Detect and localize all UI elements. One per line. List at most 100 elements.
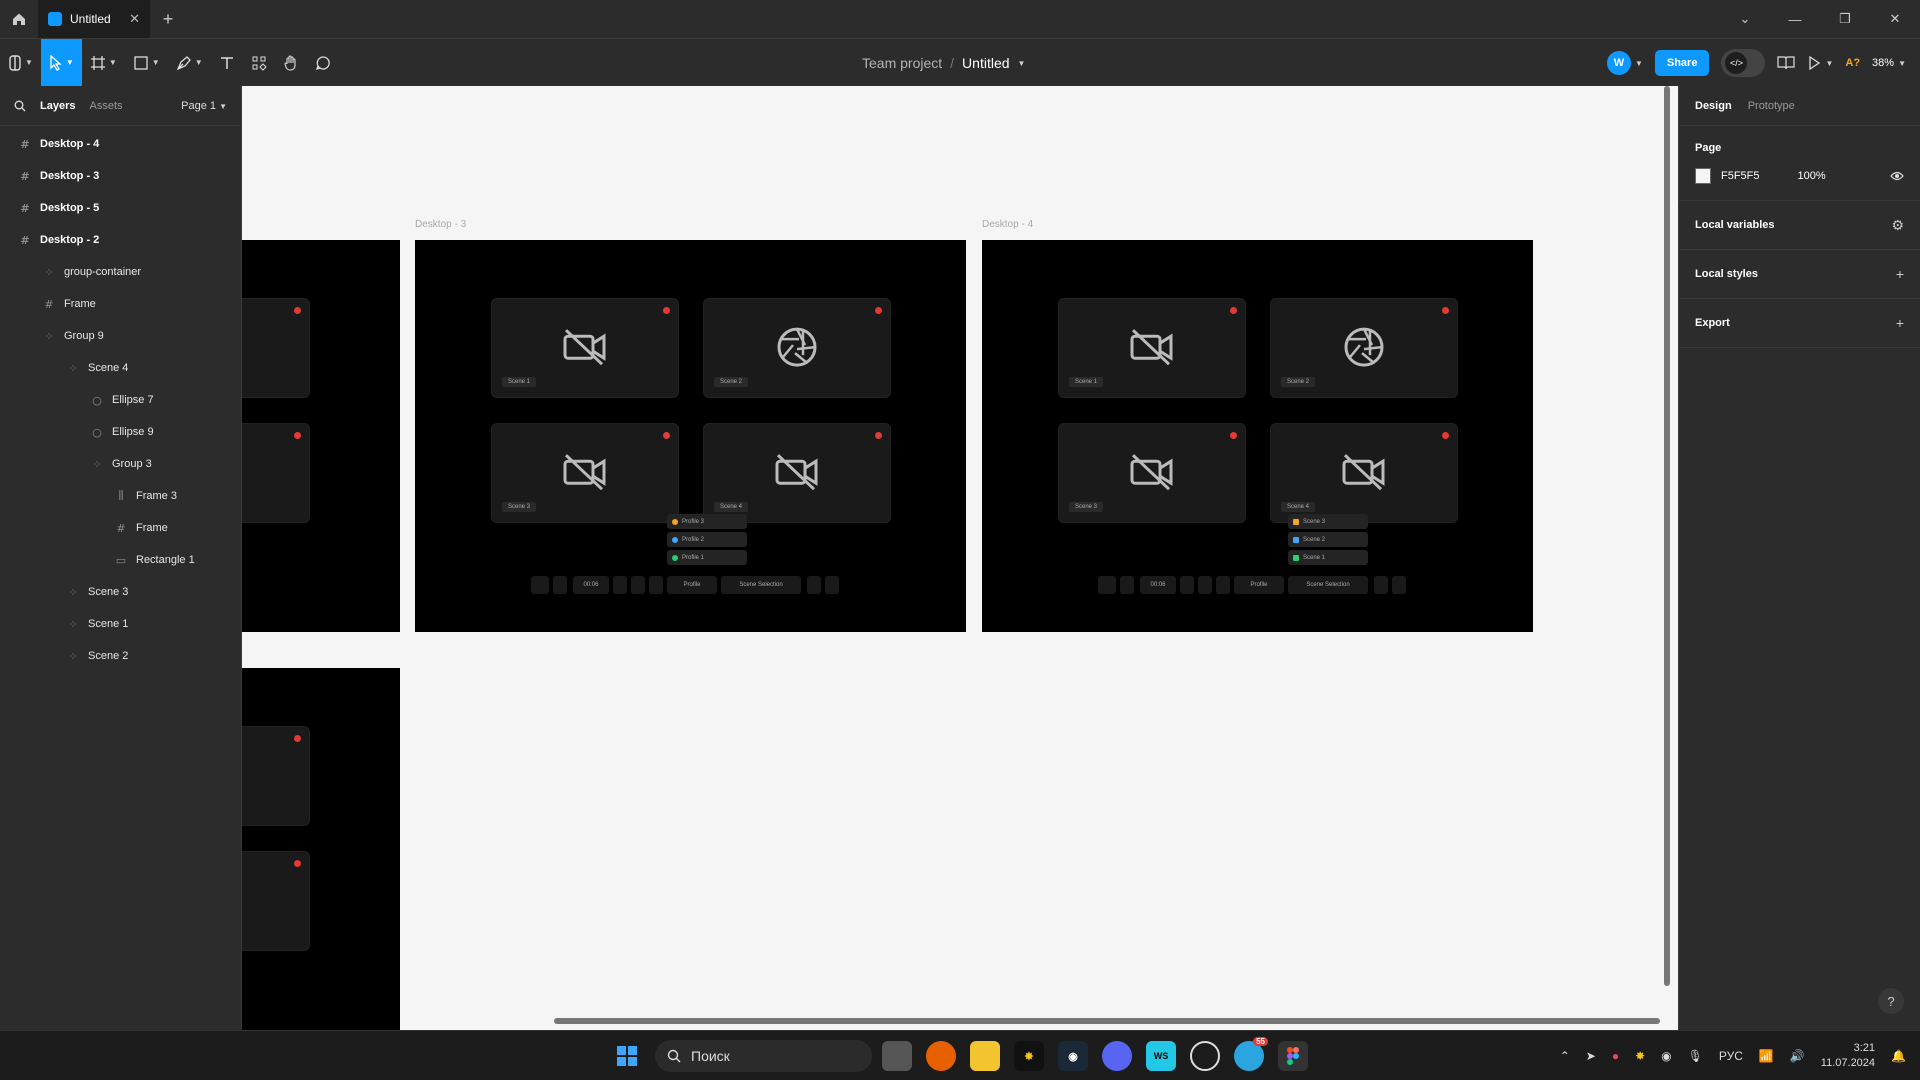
dropdown-item[interactable]: Profile 3 — [667, 514, 747, 529]
move-tool[interactable]: ▼ — [40, 38, 82, 87]
mock-profile-control[interactable]: Profile — [667, 576, 717, 594]
taskbar-search[interactable]: Поиск — [655, 1040, 872, 1072]
zoom-menu[interactable]: 38% ▼ — [1872, 57, 1906, 69]
export-section[interactable]: Export + — [1679, 299, 1920, 348]
language-indicator[interactable]: РУС — [1719, 1049, 1743, 1063]
webstorm-icon[interactable]: WS — [1146, 1041, 1176, 1071]
clock[interactable]: 3:21 11.07.2024 — [1821, 1041, 1875, 1071]
chevron-up-icon[interactable]: ⌃ — [1560, 1049, 1570, 1063]
frame-tool[interactable]: ▼ — [82, 39, 125, 87]
pen-tool[interactable]: ▼ — [168, 39, 211, 87]
microphone-icon[interactable]: 🎙 — [1688, 1049, 1703, 1063]
mock-control-button[interactable] — [807, 576, 821, 594]
resources-tool[interactable] — [243, 39, 275, 87]
vertical-scrollbar[interactable] — [1664, 86, 1670, 986]
dropdown-item[interactable]: Scene 2 — [1288, 532, 1368, 547]
layer-row[interactable]: ⁘ Scene 3 — [0, 576, 241, 608]
mock-control-button[interactable] — [531, 576, 549, 594]
scene-card[interactable]: Scene 1 — [1058, 298, 1246, 398]
layer-row[interactable]: ○ Ellipse 7 — [0, 384, 241, 416]
multiplayer-avatars[interactable]: W ▼ — [1606, 51, 1643, 75]
mock-control-button[interactable] — [553, 576, 567, 594]
mock-control-button[interactable] — [1374, 576, 1388, 594]
tab-design[interactable]: Design — [1695, 100, 1732, 112]
library-icon[interactable] — [1777, 55, 1796, 71]
tray-app-icon[interactable]: ● — [1612, 1049, 1619, 1063]
plus-icon[interactable]: + — [1896, 315, 1904, 331]
mock-control-button[interactable] — [631, 576, 645, 594]
page-opacity[interactable]: 100% — [1798, 170, 1826, 182]
layer-row[interactable]: ○ Ellipse 9 — [0, 416, 241, 448]
layer-row[interactable]: ▭ Rectangle 1 — [0, 544, 241, 576]
close-tab-icon[interactable]: ✕ — [129, 11, 140, 27]
start-button[interactable] — [612, 1041, 642, 1071]
dropdown-item[interactable]: Scene 3 — [1288, 514, 1368, 529]
variables-icon[interactable]: ⚙ — [1891, 217, 1904, 234]
hand-tool[interactable] — [275, 39, 307, 87]
firefox-icon[interactable] — [926, 1041, 956, 1071]
tab-assets[interactable]: Assets — [89, 100, 122, 112]
frame-label[interactable]: Desktop - 3 — [415, 219, 466, 230]
scene-card[interactable]: Scene 3 — [491, 423, 679, 523]
scene-card[interactable]: Scene 3 — [1058, 423, 1246, 523]
frame-desktop-partial[interactable] — [242, 240, 400, 632]
horizontal-scrollbar[interactable] — [554, 1018, 1660, 1024]
text-tool[interactable] — [211, 39, 243, 87]
layer-row[interactable]: # Desktop - 3 — [0, 160, 241, 192]
new-tab-button[interactable]: + — [150, 9, 186, 30]
telegram-icon[interactable]: 55 — [1234, 1037, 1268, 1071]
home-button[interactable] — [0, 0, 38, 38]
notifications-icon[interactable]: 🔔 — [1891, 1049, 1906, 1063]
telegram-tray-icon[interactable]: ➤ — [1586, 1049, 1596, 1063]
tab-prototype[interactable]: Prototype — [1748, 100, 1795, 112]
frame-desktop-partial[interactable] — [242, 668, 400, 1030]
mock-timer-control[interactable]: 00:06 — [1140, 576, 1176, 594]
plus-icon[interactable]: + — [1896, 266, 1904, 282]
obs-icon[interactable] — [1190, 1041, 1220, 1071]
scene-card[interactable]: Scene 4 — [703, 423, 891, 523]
local-styles-section[interactable]: Local styles + — [1679, 250, 1920, 299]
chevron-down-icon[interactable]: ⌄ — [1720, 0, 1770, 38]
layer-row[interactable]: # Desktop - 4 — [0, 128, 241, 160]
color-swatch[interactable] — [1695, 168, 1711, 184]
dropdown-item[interactable]: Profile 2 — [667, 532, 747, 547]
minimize-button[interactable]: — — [1770, 0, 1820, 38]
comment-tool[interactable] — [307, 39, 339, 87]
frame-desktop-3[interactable]: Scene 1 Scene 2 Scene 3 Scene 4 00:06 Profile… — [415, 240, 966, 632]
layer-row[interactable]: ⁘ Scene 2 — [0, 640, 241, 672]
file-explorer-icon[interactable] — [970, 1041, 1000, 1071]
tray-app-icon[interactable]: ✸ — [1635, 1049, 1645, 1063]
app-icon[interactable]: ✸ — [1014, 1041, 1044, 1071]
file-tab[interactable]: Untitled ✕ — [38, 0, 150, 38]
mock-control-button[interactable] — [1216, 576, 1230, 594]
main-menu-button[interactable]: ▼ — [0, 39, 41, 87]
scene-card[interactable] — [242, 423, 310, 523]
scene-card[interactable] — [242, 851, 310, 951]
task-view-icon[interactable] — [882, 1041, 912, 1071]
discord-icon[interactable] — [1102, 1041, 1132, 1071]
mock-control-button[interactable] — [1098, 576, 1116, 594]
frame-desktop-4[interactable]: Scene 1 Scene 2 Scene 3 Scene 4 00:06 Profile… — [982, 240, 1533, 632]
scene-card[interactable]: Scene 1 — [491, 298, 679, 398]
page-color-hex[interactable]: F5F5F5 — [1721, 170, 1760, 182]
mock-scene-selection-control[interactable]: Scene Selection — [1288, 576, 1368, 594]
share-button[interactable]: Share — [1654, 50, 1710, 76]
layer-row[interactable]: ⫼ Frame 3 — [0, 480, 241, 512]
chevron-down-icon[interactable]: ▼ — [1018, 59, 1026, 68]
tab-layers[interactable]: Layers — [40, 100, 75, 112]
layer-row[interactable]: ⁘ Scene 4 — [0, 352, 241, 384]
mock-control-button[interactable] — [1392, 576, 1406, 594]
mock-profile-control[interactable]: Profile — [1234, 576, 1284, 594]
project-link[interactable]: Team project — [862, 55, 942, 71]
mock-timer-control[interactable]: 00:06 — [573, 576, 609, 594]
figma-taskbar-icon[interactable] — [1278, 1041, 1308, 1071]
page-selector[interactable]: Page 1 ▼ — [181, 100, 227, 112]
wifi-icon[interactable]: 📶 — [1759, 1049, 1774, 1063]
search-icon[interactable] — [14, 100, 26, 112]
eye-icon[interactable] — [1890, 171, 1904, 181]
layer-row[interactable]: ⁘ Group 3 — [0, 448, 241, 480]
volume-icon[interactable]: 🔊 — [1790, 1049, 1805, 1063]
mock-control-button[interactable] — [649, 576, 663, 594]
layer-row[interactable]: # Frame — [0, 512, 241, 544]
mock-control-button[interactable] — [1180, 576, 1194, 594]
